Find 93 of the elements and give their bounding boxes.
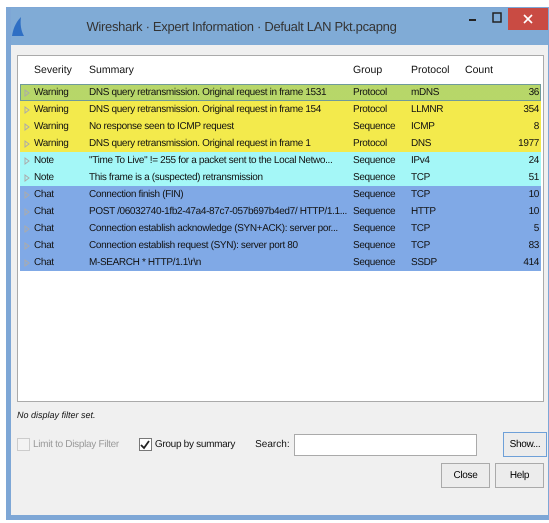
close-button[interactable]: Close: [441, 463, 490, 488]
table-cell-text: No response seen to ICMP request: [88, 121, 236, 132]
table-cell-text: Note: [33, 172, 55, 183]
expand-arrow-icon[interactable]: [24, 258, 30, 266]
table-cell-text: M-SEARCH * HTTP/1.1\r\n: [88, 257, 202, 268]
table-cell-text: IPv4: [410, 155, 431, 166]
table-cell-text: DNS query retransmission. Original request in frame 1531: [88, 87, 328, 98]
table-row[interactable]: Note This frame is a (suspected) retransmission Sequence TCP 51: [20, 169, 541, 186]
table-cell-text: Connection establish acknowledge (SYN+ACK): server por...: [88, 223, 339, 234]
group-by-summary-checkbox[interactable]: Group by summary: [138, 438, 236, 451]
expand-arrow-icon[interactable]: [24, 122, 30, 130]
table-cell-text: Note: [33, 155, 55, 166]
table-cell-text: 83: [528, 240, 540, 251]
table-cell-text: Sequence: [352, 257, 396, 268]
table-cell-text: Connection finish (FIN): [88, 189, 184, 200]
table-cell-text: Protocol: [352, 87, 388, 98]
table-cell-text: Sequence: [352, 121, 396, 132]
table-cell-text: 1977: [517, 138, 540, 149]
table-cell-text: Sequence: [352, 223, 396, 234]
table-cell-text: Sequence: [352, 240, 396, 251]
fin-icon: [11, 16, 25, 36]
table-cell-text: mDNS: [410, 87, 440, 98]
table-cell-text: Protocol: [352, 104, 388, 115]
table-row[interactable]: Note "Time To Live" != 255 for a packet sent to the Local Netwo... Sequence IPv4 24: [20, 152, 541, 169]
table-row[interactable]: Warning DNS query retransmission. Original request in frame 154 Protocol LLMNR 354: [20, 101, 541, 118]
expand-arrow-icon[interactable]: [24, 106, 30, 114]
search-label: Search:: [255, 439, 290, 450]
table-row[interactable]: Chat Connection establish request (SYN): server port 80 Sequence TCP 83: [20, 237, 541, 254]
table-cell-text: DNS query retransmission. Original request in frame 1: [88, 138, 312, 149]
table-cell-text: Warning: [33, 121, 70, 132]
filter-status-text: No display filter set.: [17, 410, 97, 420]
table-cell-text: TCP: [410, 189, 431, 200]
column-header[interactable]: Severity: [32, 64, 87, 76]
table-cell-text: TCP: [410, 223, 431, 234]
table-row[interactable]: Chat Connection finish (FIN) Sequence TCP 10: [20, 186, 541, 203]
expand-arrow-icon[interactable]: [24, 190, 30, 198]
table-cell-text: 10: [528, 189, 540, 200]
table-cell-text: Chat: [33, 206, 55, 217]
table-cell-text: Sequence: [352, 189, 396, 200]
expand-arrow-icon[interactable]: [24, 88, 30, 96]
table-cell-text: Chat: [33, 223, 55, 234]
close-icon[interactable]: [508, 8, 548, 30]
table-cell-text: Warning: [33, 104, 70, 115]
column-header[interactable]: Protocol: [409, 64, 463, 76]
table-cell-text: DNS: [410, 138, 432, 149]
table-cell-text: Protocol: [352, 138, 388, 149]
window-title: Wireshark · Expert Information · Defualt LAN Pkt.pcapng: [85, 19, 398, 34]
table-cell-text: TCP: [410, 172, 431, 183]
table-cell-text: 10: [528, 206, 540, 217]
table-cell-text: DNS query retransmission. Original request in frame 154: [88, 104, 322, 115]
help-button[interactable]: Help: [495, 463, 544, 488]
table-cell-text: This frame is a (suspected) retransmission: [88, 172, 264, 183]
table-cell-text: Warning: [33, 87, 70, 98]
table-row[interactable]: Chat POST /06032740-1fb2-47a4-87c7-057b697b4ed7/ HTTP/1.1... Sequence HTTP 10: [20, 203, 541, 220]
table-cell-text: 414: [522, 257, 540, 268]
checkmark-icon: [140, 440, 150, 450]
table-cell-text: 5: [532, 223, 540, 234]
table-cell-text: Sequence: [352, 172, 396, 183]
table-row[interactable]: Warning DNS query retransmission. Original request in frame 1 Protocol DNS 1977: [20, 135, 541, 152]
table-cell-text: Sequence: [352, 206, 396, 217]
table-cell-text: Warning: [33, 138, 70, 149]
table-cell-text: Connection establish request (SYN): server port 80: [88, 240, 299, 251]
show-button[interactable]: Show...: [502, 432, 548, 457]
table-cell-text: 8: [532, 121, 540, 132]
expand-arrow-icon[interactable]: [24, 174, 30, 182]
expand-arrow-icon[interactable]: [24, 242, 30, 250]
table-cell-text: Chat: [33, 240, 55, 251]
expand-arrow-icon[interactable]: [24, 156, 30, 164]
table-cell-text: 36: [528, 87, 540, 98]
table-cell-text: "Time To Live" != 255 for a packet sent to the Local Netwo...: [88, 155, 334, 166]
table-cell-text: 51: [528, 172, 540, 183]
table-cell-text: POST /06032740-1fb2-47a4-87c7-057b697b4ed7/ HTTP/1.1...: [88, 206, 348, 217]
table-cell-text: ICMP: [410, 121, 436, 132]
column-header[interactable]: Count: [463, 64, 541, 76]
table-cell-text: LLMNR: [410, 104, 444, 115]
column-header[interactable]: Group: [351, 64, 409, 76]
expand-arrow-icon[interactable]: [24, 224, 30, 232]
table-cell-text: HTTP: [410, 206, 437, 217]
table-cell-text: SSDP: [410, 257, 438, 268]
table-row[interactable]: Warning DNS query retransmission. Original request in frame 1531 Protocol mDNS 36: [20, 84, 541, 101]
table-cell-text: Chat: [33, 257, 55, 268]
expand-arrow-icon[interactable]: [24, 208, 30, 216]
table-row[interactable]: Chat Connection establish acknowledge (SYN+ACK): server por... Sequence TCP 5: [20, 220, 541, 237]
table-cell-text: TCP: [410, 240, 431, 251]
table-cell-text: 354: [522, 104, 540, 115]
table-row[interactable]: Chat M-SEARCH * HTTP/1.1\r\n Sequence SSDP 414: [20, 254, 541, 271]
table-cell-text: Sequence: [352, 155, 396, 166]
table-row[interactable]: Warning No response seen to ICMP request Sequence ICMP 8: [20, 118, 541, 135]
search-field[interactable]: [294, 434, 477, 456]
expand-arrow-icon[interactable]: [24, 140, 30, 148]
column-header[interactable]: Summary: [87, 64, 351, 76]
table-cell-text: 24: [528, 155, 540, 166]
table-cell-text: Chat: [33, 189, 55, 200]
